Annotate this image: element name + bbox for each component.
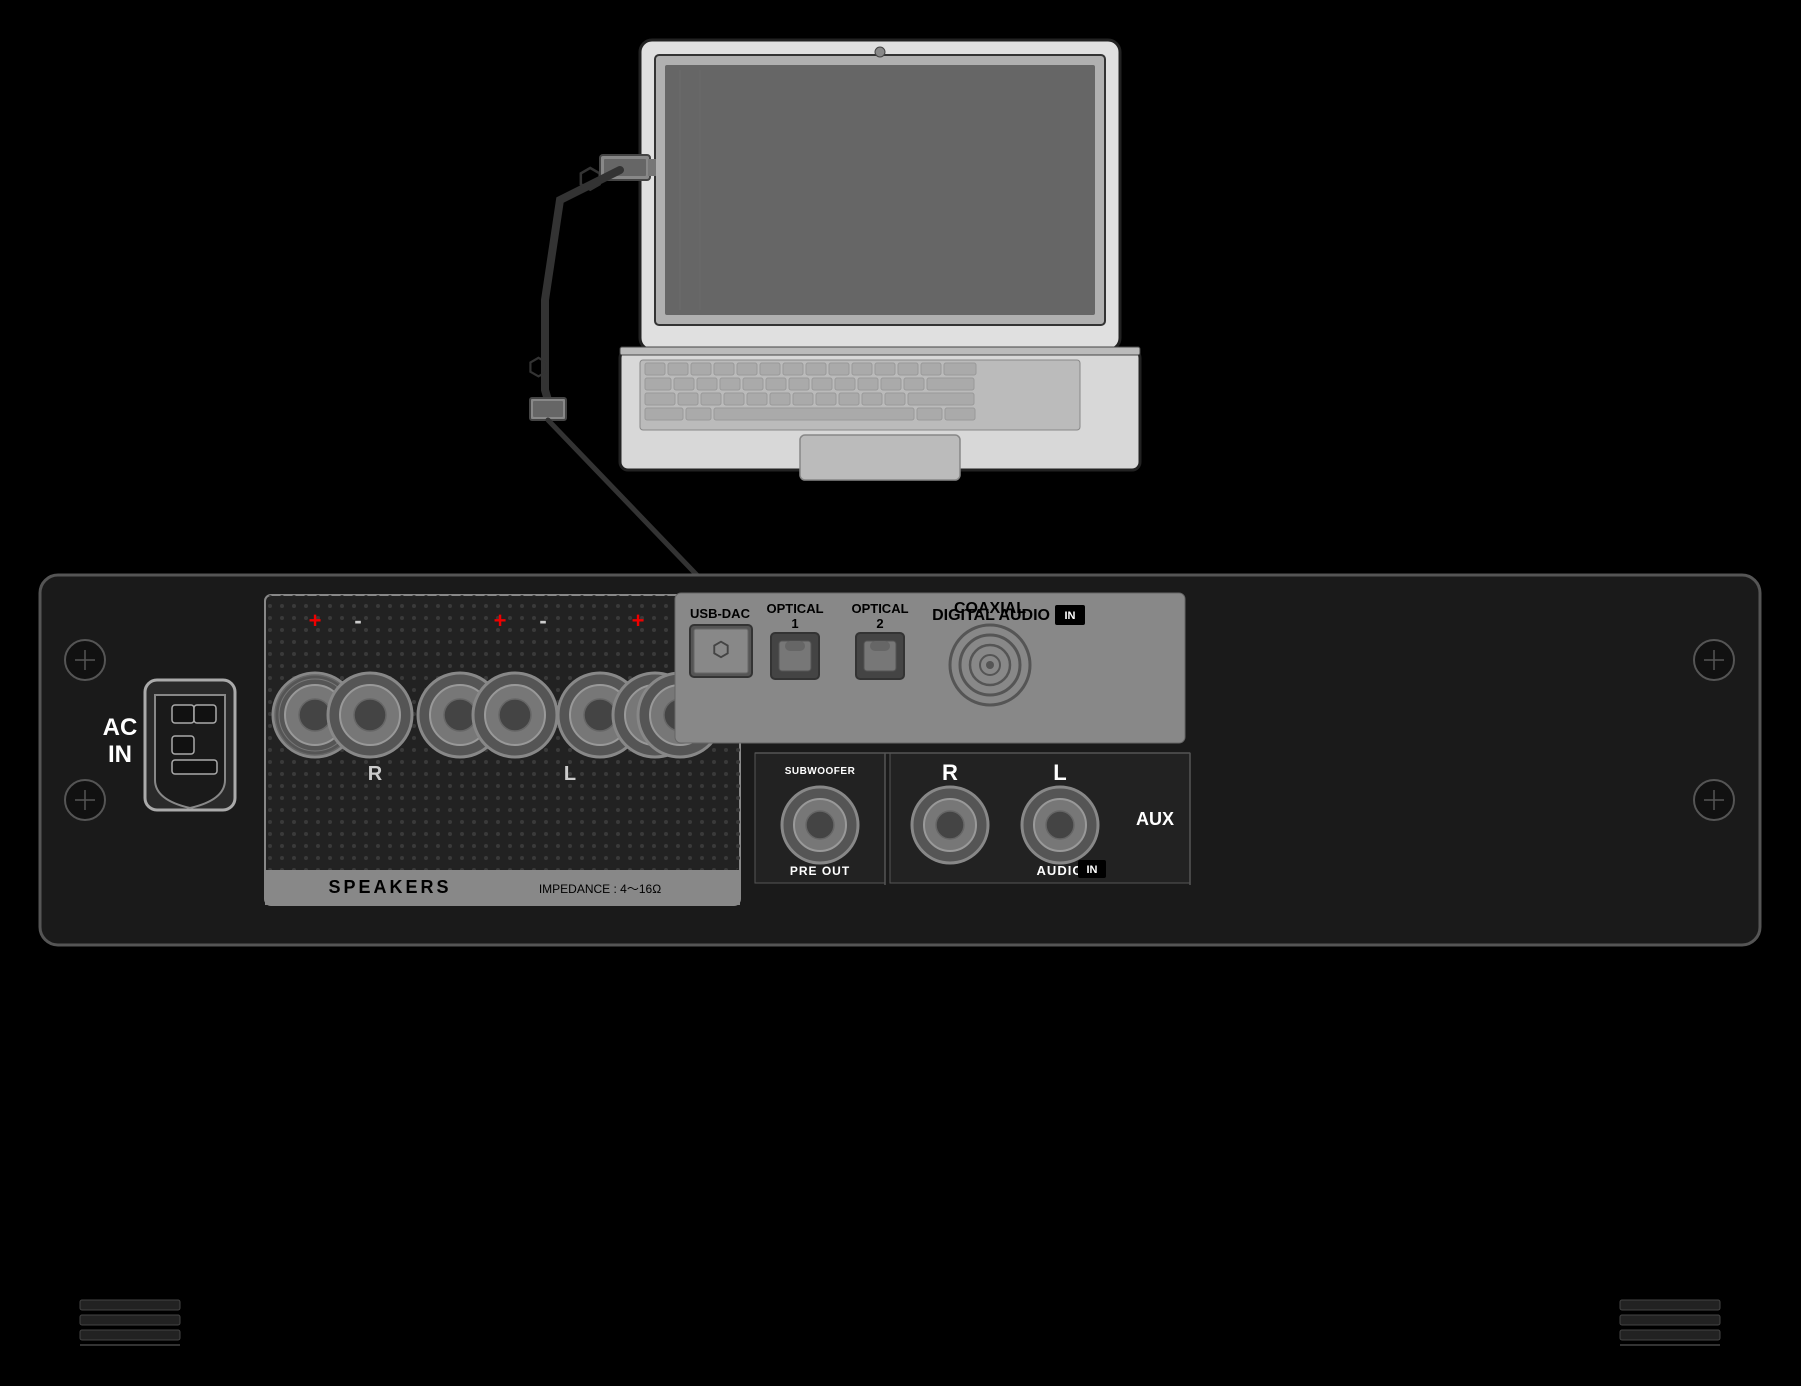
- svg-text:IN: IN: [1087, 864, 1098, 876]
- usb-dac-label: USB-DAC: [690, 606, 751, 621]
- svg-text:-: -: [354, 608, 361, 633]
- ch-r-label: R: [942, 760, 958, 785]
- connection-diagram-svg: ⬡ ⬡ AC IN: [0, 0, 1801, 1386]
- speakers-label: SPEAKERS: [328, 877, 451, 897]
- aux-label: AUX: [1136, 809, 1174, 829]
- ac-in-label: AC: [103, 714, 138, 741]
- scene: ⬡ ⬡ AC IN: [0, 0, 1801, 1386]
- svg-text:2: 2: [876, 616, 883, 631]
- optical2-label: OPTICAL: [851, 601, 908, 616]
- in-badge-digital: IN: [1065, 610, 1076, 622]
- svg-text:L: L: [564, 763, 576, 785]
- coaxial-label: COAXIAL: [954, 600, 1026, 617]
- impedance-label: IMPEDANCE : 4～16Ω: [539, 882, 661, 896]
- svg-text:+: +: [309, 608, 322, 633]
- svg-text:1: 1: [791, 616, 798, 631]
- ch-l-label: L: [1053, 760, 1066, 785]
- svg-text:⬡: ⬡: [712, 639, 729, 661]
- svg-text:R: R: [368, 763, 383, 785]
- svg-text:-: -: [539, 608, 546, 633]
- subwoofer-label: SUBWOOFER: [785, 766, 856, 777]
- svg-text:IN: IN: [108, 741, 132, 768]
- audio-in-label: AUDIO: [1037, 863, 1084, 878]
- optical1-label: OPTICAL: [766, 601, 823, 616]
- svg-text:+: +: [632, 608, 645, 633]
- svg-text:+: +: [494, 608, 507, 633]
- svg-text:⬡: ⬡: [528, 354, 549, 381]
- pre-out-label: PRE OUT: [790, 864, 850, 878]
